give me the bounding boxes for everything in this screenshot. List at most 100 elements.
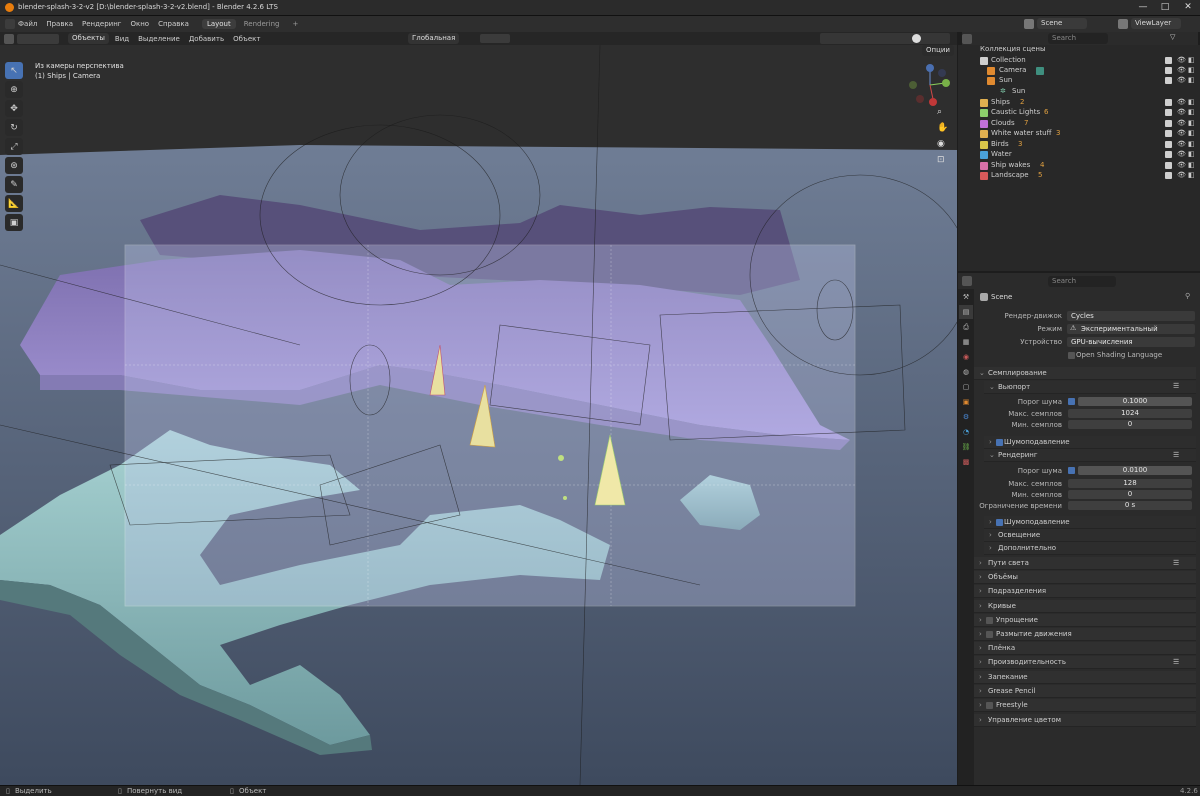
menu-add[interactable]: Добавить	[189, 35, 224, 43]
render-denoise-checkbox[interactable]	[996, 519, 1003, 526]
menu-render[interactable]: Рендеринг	[82, 20, 122, 28]
outliner-row[interactable]: ✲ Sun	[958, 87, 1200, 97]
editor-type-3d-icon[interactable]	[4, 33, 14, 44]
camera-view-icon[interactable]: ◉	[937, 139, 951, 155]
select-mode-icons[interactable]	[17, 33, 59, 44]
move-tool-icon[interactable]: ✥	[5, 100, 23, 117]
snap-icon[interactable]	[480, 34, 510, 43]
presets-icon[interactable]: ☰	[1173, 451, 1179, 459]
viewport-min-samples-field[interactable]: 0	[1068, 420, 1192, 429]
menu-edit[interactable]: Правка	[46, 20, 73, 28]
output-tab-icon[interactable]: ⎙	[959, 320, 973, 334]
render-camera-icon[interactable]: ◧	[1188, 76, 1195, 84]
scene-name[interactable]: Scene	[1037, 18, 1087, 29]
tab-rendering[interactable]: Rendering	[239, 19, 285, 29]
eye-icon[interactable]: 👁	[1177, 76, 1186, 84]
tab-layout[interactable]: Layout	[201, 19, 236, 29]
exclude-checkbox[interactable]	[1165, 99, 1172, 106]
transform-tool-icon[interactable]: ⊛	[5, 157, 23, 174]
panel-film[interactable]: › Плёнка	[974, 642, 1196, 655]
exclude-checkbox[interactable]	[1165, 57, 1172, 64]
outliner-row[interactable]: White water stuff 3 👁 ◧	[958, 129, 1200, 139]
render-noise-threshold-checkbox[interactable]	[1068, 467, 1075, 474]
outliner-row[interactable]: Ships 2 👁 ◧	[958, 98, 1200, 108]
render-camera-icon[interactable]: ◧	[1188, 150, 1195, 158]
outliner-row[interactable]: Landscape 5 👁 ◧	[958, 171, 1200, 181]
viewport-noise-threshold-checkbox[interactable]	[1068, 398, 1075, 405]
subpanel-render[interactable]: ⌄ Рендеринг	[984, 449, 1196, 462]
motion-blur-checkbox[interactable]	[986, 631, 993, 638]
view-layer-tab-icon[interactable]: ▦	[959, 335, 973, 349]
osl-checkbox[interactable]	[1068, 352, 1075, 359]
modifiers-tab-icon[interactable]: ⚙	[959, 410, 973, 424]
constraints-tab-icon[interactable]: ⛓	[959, 440, 973, 454]
panel-subdivision[interactable]: › Подразделения	[974, 585, 1196, 598]
panel-sampling[interactable]: ⌄ Семплирование	[974, 367, 1196, 380]
outliner-row[interactable]: Ship wakes 4 👁 ◧	[958, 161, 1200, 171]
menu-help[interactable]: Справка	[158, 20, 189, 28]
panel-curves[interactable]: › Кривые	[974, 600, 1196, 613]
properties-search[interactable]: Search	[1048, 275, 1116, 287]
render-engine-dropdown[interactable]: Cycles	[1067, 311, 1195, 321]
cursor-tool-icon[interactable]: ⊕	[5, 81, 23, 98]
eye-icon[interactable]: 👁	[1177, 66, 1186, 74]
maximize-button[interactable]: □	[1157, 2, 1173, 14]
add-workspace-button[interactable]: +	[287, 19, 303, 29]
panel-motion-blur[interactable]: › Размытие движения	[974, 628, 1196, 641]
menu-select[interactable]: Выделение	[138, 35, 180, 43]
subpanel-advanced[interactable]: › Дополнительно	[984, 542, 1196, 555]
menu-view[interactable]: Вид	[115, 35, 129, 43]
outliner-row[interactable]: Collection 👁 ◧	[958, 56, 1200, 66]
collection-tab-icon[interactable]: ▢	[959, 380, 973, 394]
outliner-row[interactable]: Clouds 7 👁 ◧	[958, 119, 1200, 129]
outliner-row[interactable]: Camera 👁 ◧	[958, 66, 1200, 76]
render-camera-icon[interactable]: ◧	[1188, 119, 1195, 127]
eye-icon[interactable]: 👁	[1177, 108, 1186, 116]
editor-type-icon[interactable]	[5, 19, 15, 29]
lock-icon[interactable]: ⊡	[937, 155, 951, 171]
panel-freestyle[interactable]: › Freestyle	[974, 699, 1196, 712]
menu-file[interactable]: Файл	[18, 20, 37, 28]
exclude-checkbox[interactable]	[1165, 141, 1172, 148]
panel-bake[interactable]: › Запекание	[974, 671, 1196, 684]
outliner-row[interactable]: Birds 3 👁 ◧	[958, 140, 1200, 150]
render-camera-icon[interactable]: ◧	[1188, 171, 1195, 179]
exclude-checkbox[interactable]	[1165, 120, 1172, 127]
world-tab-icon[interactable]: ◍	[959, 365, 973, 379]
menu-window[interactable]: Окно	[130, 20, 149, 28]
exclude-checkbox[interactable]	[1165, 67, 1172, 74]
panel-light-paths[interactable]: › Пути света ☰	[974, 557, 1196, 570]
view-layer-selector[interactable]: ViewLayer	[1118, 18, 1181, 29]
device-dropdown[interactable]: GPU-вычисления	[1067, 337, 1195, 347]
measure-tool-icon[interactable]: 📐	[5, 195, 23, 212]
panel-volumes[interactable]: › Объёмы	[974, 571, 1196, 584]
eye-icon[interactable]: 👁	[1177, 98, 1186, 106]
subpanel-viewport[interactable]: ⌄ Вьюпорт	[984, 381, 1196, 394]
mode-dropdown[interactable]: Объекты	[68, 33, 109, 44]
scale-tool-icon[interactable]: ⤢	[5, 138, 23, 155]
object-tab-icon[interactable]: ▣	[959, 395, 973, 409]
render-camera-icon[interactable]: ◧	[1188, 140, 1195, 148]
panel-color-management[interactable]: › Управление цветом	[974, 714, 1196, 727]
exclude-checkbox[interactable]	[1165, 109, 1172, 116]
outliner-search[interactable]: Search	[1048, 33, 1108, 44]
3d-viewport[interactable]: Из камеры перспектива (1) Ships | Camera…	[0, 45, 957, 785]
pin-icon[interactable]: ⚲	[1185, 292, 1190, 300]
physics-tab-icon[interactable]: ◔	[959, 425, 973, 439]
time-limit-field[interactable]: 0 s	[1068, 501, 1192, 510]
viewport-max-samples-field[interactable]: 1024	[1068, 409, 1192, 418]
subpanel-lights[interactable]: › Освещение	[984, 529, 1196, 542]
pan-hand-icon[interactable]: ✋	[937, 123, 951, 139]
eye-icon[interactable]: 👁	[1177, 150, 1186, 158]
render-min-samples-field[interactable]: 0	[1068, 490, 1192, 499]
exclude-checkbox[interactable]	[1165, 151, 1172, 158]
close-button[interactable]: ✕	[1180, 2, 1196, 14]
menu-object[interactable]: Объект	[233, 35, 260, 43]
render-camera-icon[interactable]: ◧	[1188, 98, 1195, 106]
tool-tab-icon[interactable]: ⚒	[959, 290, 973, 304]
minimize-button[interactable]: —	[1135, 2, 1151, 14]
add-cube-tool-icon[interactable]: ▣	[5, 214, 23, 231]
render-camera-icon[interactable]: ◧	[1188, 108, 1195, 116]
outliner-root[interactable]: Коллекция сцены	[958, 45, 1200, 55]
eye-icon[interactable]: 👁	[1177, 119, 1186, 127]
